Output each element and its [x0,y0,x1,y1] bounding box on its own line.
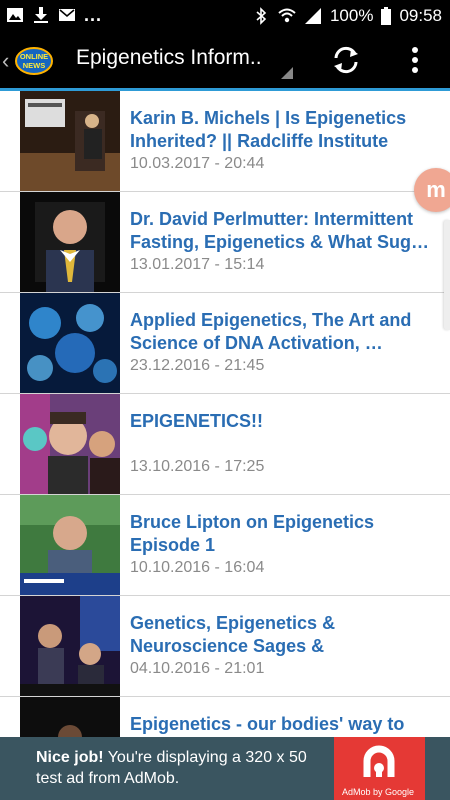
video-title[interactable]: Epigenetics - our bodies' way to [130,713,430,736]
video-title[interactable]: Karin B. Michels | Is Epigenetics Inheri… [130,107,430,153]
video-date: 04.10.2016 - 21:01 [130,660,265,677]
admob-logo[interactable]: AdMob by Google [334,737,425,800]
svg-text:ONLINE: ONLINE [20,52,48,61]
svg-text:NEWS: NEWS [23,61,46,70]
video-thumbnail[interactable] [20,394,120,494]
video-item[interactable]: Bruce Lipton on Epigenetics Episode 1 10… [0,495,450,596]
spinner-indicator-icon[interactable] [281,67,293,79]
video-title[interactable]: Genetics, Epigenetics & Neuroscience Sag… [130,612,430,658]
video-title[interactable]: EPIGENETICS!! [130,410,430,433]
download-notification-icon [34,7,48,23]
video-date: 23.12.2016 - 21:45 [130,357,265,374]
video-title[interactable]: Applied Epigenetics, The Art and Science… [130,309,430,355]
video-list[interactable]: Karin B. Michels | Is Epigenetics Inheri… [0,91,450,737]
battery-percent: 100% [329,6,374,25]
signal-icon [304,8,321,24]
video-date: 13.10.2016 - 17:25 [130,458,265,475]
video-item[interactable]: Epigenetics - our bodies' way to [0,697,450,737]
bluetooth-icon [256,7,267,25]
video-thumbnail[interactable] [20,596,120,696]
video-title[interactable]: Dr. David Perlmutter: Intermittent Fasti… [130,208,430,254]
clock: 09:58 [399,6,442,25]
video-item[interactable]: EPIGENETICS!! 13.10.2016 - 17:25 [0,394,450,495]
video-thumbnail[interactable] [20,495,120,595]
status-bar: ... 100% 09:58 [0,0,450,32]
video-thumbnail[interactable] [20,192,120,292]
refresh-icon[interactable] [330,44,362,76]
more-notifications: ... [84,5,103,25]
video-item[interactable]: Genetics, Epigenetics & Neuroscience Sag… [0,596,450,697]
video-thumbnail[interactable] [20,293,120,393]
ad-caption: AdMob by Google [342,787,415,797]
floating-action-button[interactable]: m [414,168,450,212]
ad-headline: Nice job! [36,749,104,766]
app-bar: ‹ ONLINE NEWS Epigenetics Inform.. [0,32,450,88]
video-title[interactable]: Bruce Lipton on Epigenetics Episode 1 [130,511,430,557]
app-title[interactable]: Epigenetics Inform.. [76,46,262,70]
video-item[interactable]: Karin B. Michels | Is Epigenetics Inheri… [0,91,450,192]
video-thumbnail[interactable] [20,697,120,737]
video-date: 10.03.2017 - 20:44 [130,155,265,172]
battery-icon [381,7,392,25]
video-date: 10.10.2016 - 16:04 [130,559,265,576]
back-chevron-icon[interactable]: ‹ [2,48,9,74]
mail-notification-icon [59,9,75,21]
gallery-notification-icon [7,8,23,22]
overflow-menu-icon[interactable] [405,44,425,76]
video-item[interactable]: Dr. David Perlmutter: Intermittent Fasti… [0,192,450,293]
wifi-icon [278,8,296,23]
edge-panel-handle[interactable] [444,220,450,330]
video-date: 13.01.2017 - 15:14 [130,256,265,273]
online-news-logo[interactable]: ONLINE NEWS [14,46,54,76]
ad-text[interactable]: Nice job! You're displaying a 320 x 50 t… [36,747,336,789]
admob-icon [363,745,395,777]
video-item[interactable]: Applied Epigenetics, The Art and Science… [0,293,450,394]
ad-banner[interactable]: Nice job! You're displaying a 320 x 50 t… [0,737,450,800]
video-thumbnail[interactable] [20,91,120,191]
